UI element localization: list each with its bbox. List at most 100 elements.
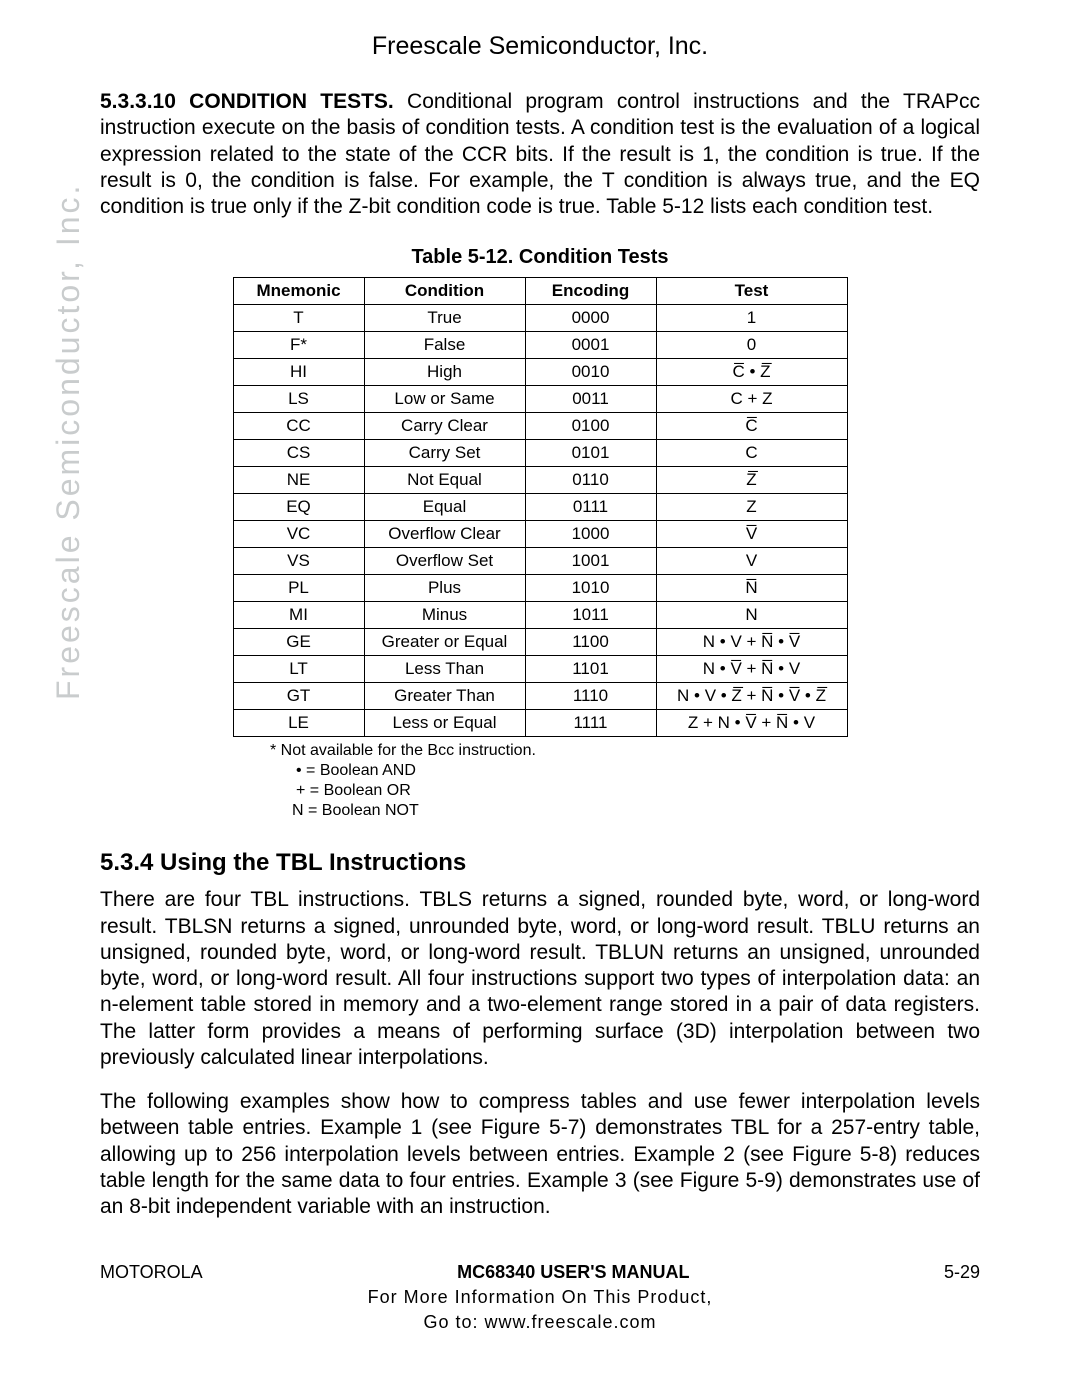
th-test: Test xyxy=(656,278,847,305)
paragraph-condition-tests: 5.3.3.10 CONDITION TESTS. Conditional pr… xyxy=(100,89,980,220)
table-cell: False xyxy=(364,332,525,359)
table-row: MIMinus1011N xyxy=(233,602,847,629)
table-cell: C̅ xyxy=(656,413,847,440)
table-cell: Low or Same xyxy=(364,386,525,413)
table-cell: Carry Clear xyxy=(364,413,525,440)
table-cell: Greater or Equal xyxy=(364,629,525,656)
table-cell: 0110 xyxy=(525,467,656,494)
table-cell: Z + N • V̅ + N̅ • V xyxy=(656,710,847,737)
table-cell: True xyxy=(364,305,525,332)
table-cell: 1110 xyxy=(525,683,656,710)
table-cell: VS xyxy=(233,548,364,575)
table-row: NENot Equal0110Z̅ xyxy=(233,467,847,494)
table-row: VSOverflow Set1001V xyxy=(233,548,847,575)
table-row: VCOverflow Clear1000V̅ xyxy=(233,521,847,548)
table-cell: PL xyxy=(233,575,364,602)
table-row: LTLess Than1101N • V̅ + N̅ • V xyxy=(233,656,847,683)
table-cell: N • V • Z̅ + N̅ • V̅ • Z̅ xyxy=(656,683,847,710)
table-row: TTrue00001 xyxy=(233,305,847,332)
table-cell: HI xyxy=(233,359,364,386)
table-cell: 1011 xyxy=(525,602,656,629)
legend-and: • = Boolean AND xyxy=(270,761,810,781)
footer-left: MOTOROLA xyxy=(100,1262,203,1283)
table-cell: Z̅ xyxy=(656,467,847,494)
paragraph-tbl-examples: The following examples show how to compr… xyxy=(100,1089,980,1220)
table-cell: EQ xyxy=(233,494,364,521)
table-row: HIHigh0010C̅ • Z̅ xyxy=(233,359,847,386)
footer-info-line-2: Go to: www.freescale.com xyxy=(100,1312,980,1333)
table-row: LSLow or Same0011C + Z xyxy=(233,386,847,413)
table-cell: N̅ xyxy=(656,575,847,602)
th-condition: Condition xyxy=(364,278,525,305)
table-cell: 1001 xyxy=(525,548,656,575)
table-cell: VC xyxy=(233,521,364,548)
table-cell: Greater Than xyxy=(364,683,525,710)
table-cell: Overflow Set xyxy=(364,548,525,575)
table-cell: 0100 xyxy=(525,413,656,440)
table-cell: LT xyxy=(233,656,364,683)
table-cell: Z xyxy=(656,494,847,521)
table-cell: N xyxy=(656,602,847,629)
table-cell: 0101 xyxy=(525,440,656,467)
table-cell: N • V̅ + N̅ • V xyxy=(656,656,847,683)
table-cell: Less Than xyxy=(364,656,525,683)
table-cell: MI xyxy=(233,602,364,629)
table-cell: V̅ xyxy=(656,521,847,548)
section-heading: 5.3.4 Using the TBL Instructions xyxy=(100,849,980,877)
table-cell: 1 xyxy=(656,305,847,332)
table-cell: CS xyxy=(233,440,364,467)
table-row: GTGreater Than1110N • V • Z̅ + N̅ • V̅ •… xyxy=(233,683,847,710)
footnote-star: * Not available for the Bcc instruction. xyxy=(270,741,810,761)
table-cell: Equal xyxy=(364,494,525,521)
table-cell: C xyxy=(656,440,847,467)
table-cell: Minus xyxy=(364,602,525,629)
table-cell: Plus xyxy=(364,575,525,602)
table-cell: 1000 xyxy=(525,521,656,548)
legend-or: + = Boolean OR xyxy=(270,781,810,801)
table-cell: 1100 xyxy=(525,629,656,656)
table-cell: C + Z xyxy=(656,386,847,413)
side-watermark: Freescale Semiconductor, Inc. xyxy=(50,183,87,700)
page-header: Freescale Semiconductor, Inc. xyxy=(100,32,980,61)
paragraph-tbl-intro: There are four TBL instructions. TBLS re… xyxy=(100,887,980,1071)
table-cell: GE xyxy=(233,629,364,656)
table-cell: LE xyxy=(233,710,364,737)
table-cell: 1010 xyxy=(525,575,656,602)
condition-tests-table: Mnemonic Condition Encoding Test TTrue00… xyxy=(233,277,848,737)
th-encoding: Encoding xyxy=(525,278,656,305)
table-cell: NE xyxy=(233,467,364,494)
table-caption: Table 5-12. Condition Tests xyxy=(100,246,980,269)
legend-not: N = Boolean NOT xyxy=(270,801,810,821)
table-cell: Less or Equal xyxy=(364,710,525,737)
footer-center: MC68340 USER'S MANUAL xyxy=(203,1262,944,1283)
table-cell: 0001 xyxy=(525,332,656,359)
table-cell: 1111 xyxy=(525,710,656,737)
table-row: GEGreater or Equal1100N • V + N̅ • V̅ xyxy=(233,629,847,656)
table-header-row: Mnemonic Condition Encoding Test xyxy=(233,278,847,305)
footer-right: 5-29 xyxy=(944,1262,980,1283)
table-cell: CC xyxy=(233,413,364,440)
table-cell: Not Equal xyxy=(364,467,525,494)
table-row: PLPlus1010N̅ xyxy=(233,575,847,602)
table-cell: C̅ • Z̅ xyxy=(656,359,847,386)
table-cell: T xyxy=(233,305,364,332)
page-footer: MOTOROLA MC68340 USER'S MANUAL 5-29 For … xyxy=(100,1262,980,1333)
table-cell: LS xyxy=(233,386,364,413)
table-cell: N • V + N̅ • V̅ xyxy=(656,629,847,656)
table-footnotes: * Not available for the Bcc instruction.… xyxy=(270,741,810,821)
table-cell: 0011 xyxy=(525,386,656,413)
table-row: F*False00010 xyxy=(233,332,847,359)
section-number-label: 5.3.3.10 CONDITION TESTS. xyxy=(100,90,394,113)
footer-info-line-1: For More Information On This Product, xyxy=(100,1287,980,1308)
table-cell: 0010 xyxy=(525,359,656,386)
table-cell: High xyxy=(364,359,525,386)
table-row: CCCarry Clear0100C̅ xyxy=(233,413,847,440)
table-cell: V xyxy=(656,548,847,575)
table-cell: Carry Set xyxy=(364,440,525,467)
table-row: LELess or Equal1111Z + N • V̅ + N̅ • V xyxy=(233,710,847,737)
table-cell: 0111 xyxy=(525,494,656,521)
th-mnemonic: Mnemonic xyxy=(233,278,364,305)
table-row: EQEqual0111Z xyxy=(233,494,847,521)
table-row: CSCarry Set0101C xyxy=(233,440,847,467)
table-cell: GT xyxy=(233,683,364,710)
